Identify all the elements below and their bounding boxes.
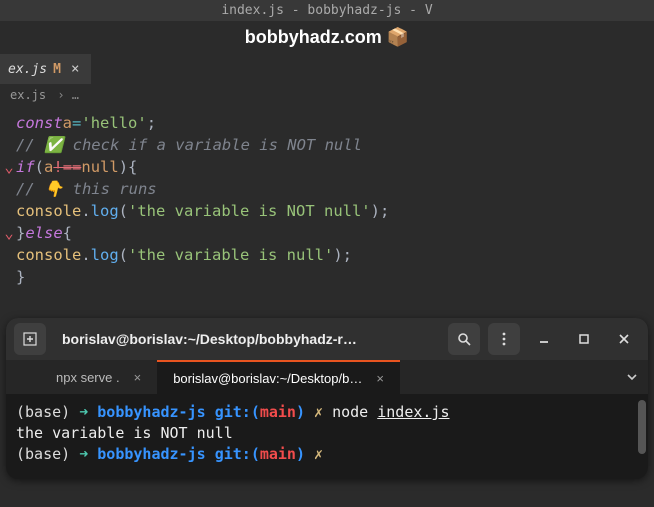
tab-close-icon[interactable]: × [67,61,83,77]
terminal-tab-dropdown[interactable] [616,360,648,394]
scrollbar[interactable] [638,400,646,454]
terminal-tab-label: borislav@borislav:~/Desktop/b… [173,371,362,386]
search-icon [456,331,472,347]
new-tab-button[interactable] [14,323,46,355]
terminal-panel: borislav@borislav:~/Desktop/bobbyhadz-r…… [6,318,648,479]
code-line: const a = 'hello'; [0,112,654,134]
terminal-tabs: npx serve . × borislav@borislav:~/Deskto… [6,360,648,394]
maximize-button[interactable] [568,323,600,355]
code-line: } [0,266,654,288]
code-line: // 👇 this runs [0,178,654,200]
editor-tab-bar: ex.js M × [0,54,654,84]
code-line: // ✅ check if a variable is NOT null [0,134,654,156]
menu-button[interactable] [488,323,520,355]
search-button[interactable] [448,323,480,355]
code-line: console.log('the variable is NOT null'); [0,200,654,222]
fold-icon[interactable]: ⌄ [2,156,16,178]
code-line: ⌄ } else { [0,222,654,244]
terminal-line: (base) ➜ bobbyhadz-js git:(main) ✗ [16,444,638,465]
minimize-button[interactable] [528,323,560,355]
code-editor[interactable]: const a = 'hello'; // ✅ check if a varia… [0,106,654,298]
terminal-tab-1[interactable]: npx serve . × [6,360,157,394]
terminal-titlebar: borislav@borislav:~/Desktop/bobbyhadz-r… [6,318,648,360]
editor-tab[interactable]: ex.js M × [0,54,91,84]
close-button[interactable] [608,323,640,355]
site-banner: bobbyhadz.com 📦 [0,21,654,54]
terminal-output[interactable]: (base) ➜ bobbyhadz-js git:(main) ✗ node … [6,394,648,479]
terminal-title: borislav@borislav:~/Desktop/bobbyhadz-r… [54,331,440,347]
fold-icon[interactable]: ⌄ [2,222,16,244]
terminal-line: the variable is NOT null [16,423,638,444]
maximize-icon [577,332,591,346]
tab-filename: ex.js [8,62,47,77]
code-line: console.log('the variable is null'); [0,244,654,266]
terminal-tab-close-icon[interactable]: × [376,371,384,386]
kebab-icon [496,331,512,347]
minimize-icon [537,332,551,346]
terminal-line: (base) ➜ bobbyhadz-js git:(main) ✗ node … [16,402,638,423]
terminal-tab-2[interactable]: borislav@borislav:~/Desktop/b… × [157,360,400,394]
plus-icon [22,331,38,347]
terminal-tab-label: npx serve . [56,370,120,385]
breadcrumb-file: ex.js [10,88,46,102]
breadcrumb[interactable]: ex.js › … [0,84,654,106]
close-icon [617,332,631,346]
breadcrumb-rest: › … [57,88,79,102]
chevron-down-icon [626,371,638,383]
terminal-tab-close-icon[interactable]: × [134,370,142,385]
tab-modified-indicator: M [53,62,61,77]
code-line: ⌄ if (a !== null) { [0,156,654,178]
window-title: index.js - bobbyhadz-js - V [0,0,654,21]
